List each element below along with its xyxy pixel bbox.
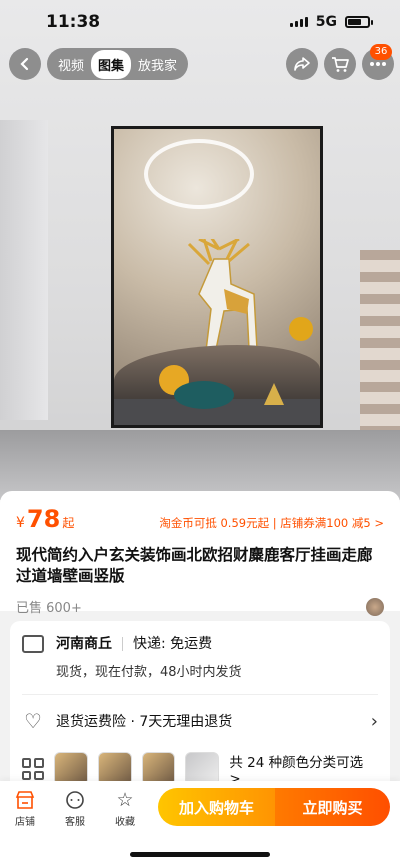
ship-location: 河南商丘 bbox=[56, 636, 112, 652]
grid-icon bbox=[22, 758, 44, 780]
cart-button[interactable] bbox=[324, 48, 356, 80]
status-time: 11:38 bbox=[46, 12, 101, 32]
buy-now-button[interactable]: 立即购买 bbox=[275, 788, 390, 826]
status-indicators: 5G bbox=[289, 14, 373, 30]
painting-artwork bbox=[114, 129, 320, 425]
battery-icon bbox=[345, 16, 373, 28]
nav-store-label: 店铺 bbox=[15, 817, 35, 828]
room-stairs bbox=[360, 250, 400, 430]
media-tabs: 视频 图集 放我家 bbox=[47, 48, 189, 80]
price-suffix: 起 bbox=[62, 516, 75, 530]
nav-service-label: 客服 bbox=[65, 817, 85, 828]
nav-favorite[interactable]: ☆ 收藏 bbox=[105, 789, 145, 828]
teal-stone bbox=[174, 381, 234, 409]
returns-row[interactable]: ♡ 退货运费险 · 7天无理由退货 › bbox=[22, 709, 378, 733]
returns-text: 退货运费险 · 7天无理由退货 bbox=[56, 714, 233, 730]
golden-sail bbox=[264, 383, 284, 405]
star-icon: ☆ bbox=[116, 789, 134, 811]
tab-place-in-home[interactable]: 放我家 bbox=[131, 50, 184, 79]
buyer-avatar[interactable] bbox=[366, 597, 384, 616]
back-arrow-icon bbox=[20, 57, 29, 71]
more-dots-icon bbox=[370, 62, 386, 66]
price-value: 78 bbox=[26, 505, 61, 533]
signal-icon bbox=[289, 17, 308, 27]
tab-gallery[interactable]: 图集 bbox=[91, 49, 132, 79]
cart-count-badge: 36 bbox=[370, 44, 392, 60]
add-to-cart-button[interactable]: 加入购物车 bbox=[158, 788, 275, 826]
ship-detail: 现货，现在付款，48小时内发货 bbox=[56, 665, 242, 680]
truck-icon bbox=[22, 635, 44, 653]
painting-frame bbox=[111, 126, 323, 428]
price-row: ¥ 78 起 淘金币可抵 0.59元起 | 店铺券满100 减5 > bbox=[16, 505, 384, 533]
product-info-card: ¥ 78 起 淘金币可抵 0.59元起 | 店铺券满100 减5 > 现代简约入… bbox=[0, 491, 400, 616]
promo-coupon-link[interactable]: 淘金币可抵 0.59元起 | 店铺券满100 减5 > bbox=[159, 515, 384, 531]
card-divider bbox=[22, 694, 378, 695]
chat-icon bbox=[55, 789, 95, 811]
golden-tree bbox=[289, 317, 313, 341]
room-floor bbox=[0, 430, 400, 500]
status-bar: 11:38 5G bbox=[0, 0, 400, 44]
share-button[interactable] bbox=[286, 48, 318, 80]
product-price: ¥ 78 起 bbox=[16, 505, 74, 533]
shipping-row[interactable]: 河南商丘 快递: 免运费 现货，现在付款，48小时内发货 bbox=[22, 633, 378, 680]
ship-delivery: 快递: 免运费 bbox=[133, 636, 213, 652]
product-title: 现代简约入户玄关装饰画北欧招财麋鹿客厅挂画走廊过道墙壁画竖版 bbox=[16, 546, 373, 585]
store-icon bbox=[5, 789, 45, 811]
painting-halo bbox=[144, 139, 254, 209]
price-currency: ¥ bbox=[16, 515, 25, 531]
tab-video[interactable]: 视频 bbox=[51, 50, 91, 79]
product-detail-screen: 11:38 5G 视频 图集 放我家 36 ¥ 78 起 淘金币可抵 0.59元… bbox=[0, 0, 400, 865]
back-button[interactable] bbox=[9, 48, 41, 80]
shipping-card: 河南商丘 快递: 免运费 现货，现在付款，48小时内发货 ♡ 退货运费险 · 7天… bbox=[10, 621, 390, 801]
chevron-right-icon: › bbox=[370, 710, 378, 732]
ship-divider bbox=[122, 637, 123, 651]
heart-icon: ♡ bbox=[24, 709, 42, 733]
nav-favorite-label: 收藏 bbox=[115, 817, 135, 828]
nav-service[interactable]: 客服 bbox=[55, 789, 95, 828]
share-icon bbox=[294, 57, 310, 71]
nav-store[interactable]: 店铺 bbox=[5, 789, 45, 828]
network-type: 5G bbox=[315, 14, 337, 30]
home-indicator[interactable] bbox=[130, 852, 270, 857]
sold-row: 已售 600+ bbox=[16, 597, 384, 616]
cart-icon bbox=[332, 56, 349, 72]
room-wall bbox=[0, 120, 48, 420]
sold-count: 已售 600+ bbox=[16, 601, 82, 616]
